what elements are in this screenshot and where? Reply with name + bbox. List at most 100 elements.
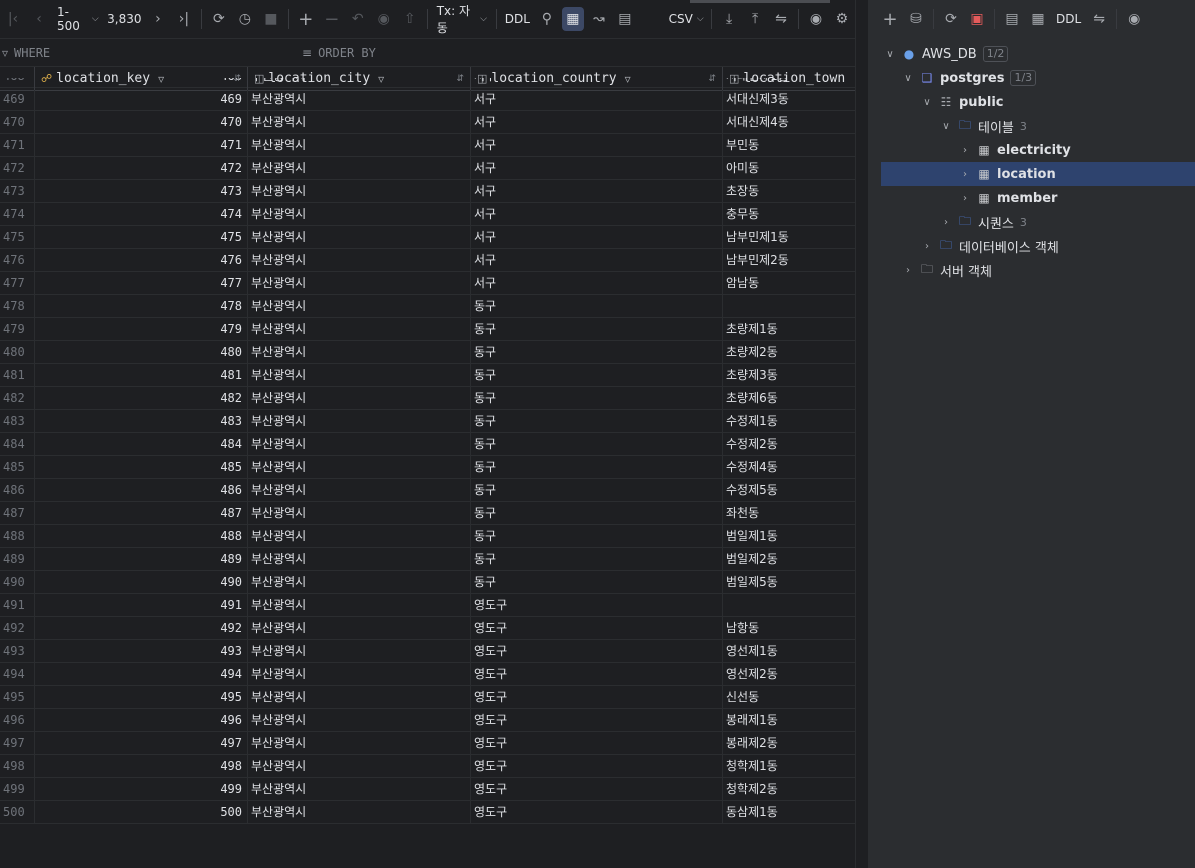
refresh-icon[interactable]: ⟳ <box>940 7 962 31</box>
chevron-down-icon[interactable]: ∨ <box>883 49 897 60</box>
tree-node-table-electricity[interactable]: › ▦ electricity <box>869 138 1195 162</box>
cell-location-country[interactable]: 영도구 <box>471 686 723 708</box>
table-row[interactable]: 475 475 부산광역시 서구 남부민제1동 <box>0 226 855 249</box>
cell-location-country[interactable]: 서구 <box>471 157 723 179</box>
tree-node-database-objects[interactable]: › 🗀 데이터베이스 객체 <box>869 234 1195 258</box>
cell-location-country[interactable]: 동구 <box>471 433 723 455</box>
cell-location-country[interactable]: 동구 <box>471 548 723 570</box>
compare-icon[interactable]: ⇋ <box>770 7 792 31</box>
ddl-button[interactable]: DDL <box>503 7 532 31</box>
cell-location-city[interactable]: 부산광역시 <box>248 157 471 179</box>
cell-location-key[interactable]: 474 <box>35 203 248 225</box>
cell-location-country[interactable]: 서구 <box>471 249 723 271</box>
table-row[interactable]: 472 472 부산광역시 서구 아미동 <box>0 157 855 180</box>
cell-location-town[interactable]: 남부민제2동 <box>723 249 855 271</box>
cell-location-key[interactable]: 491 <box>35 594 248 616</box>
table-row[interactable]: 470 470 부산광역시 서구 서대신제4동 <box>0 111 855 134</box>
chevron-down-icon[interactable]: ∨ <box>901 73 915 84</box>
table-row[interactable]: 494 494 부산광역시 영도구 영선제2동 <box>0 663 855 686</box>
cell-location-town[interactable]: 수정제1동 <box>723 410 855 432</box>
cell-location-town[interactable]: 수정제5동 <box>723 479 855 501</box>
chevron-right-icon[interactable]: › <box>958 145 972 156</box>
column-header-location-country[interactable]: ◫ location_country ▿ ⇵ <box>471 67 723 90</box>
cell-location-city[interactable]: 부산광역시 <box>248 755 471 777</box>
cell-location-country[interactable]: 영도구 <box>471 709 723 731</box>
cell-location-city[interactable]: 부산광역시 <box>248 456 471 478</box>
cell-location-country[interactable]: 서구 <box>471 88 723 110</box>
cell-location-town[interactable]: 초량제2동 <box>723 341 855 363</box>
refresh-icon[interactable]: ⟳ <box>208 7 230 31</box>
cell-location-key[interactable]: 486 <box>35 479 248 501</box>
cell-location-town[interactable]: 좌천동 <box>723 502 855 524</box>
cell-location-key[interactable]: 478 <box>35 295 248 317</box>
cell-location-city[interactable]: 부산광역시 <box>248 571 471 593</box>
cell-location-city[interactable]: 부산광역시 <box>248 226 471 248</box>
table-row[interactable]: 477 477 부산광역시 서구 암남동 <box>0 272 855 295</box>
cell-location-town[interactable]: 부민동 <box>723 134 855 156</box>
cell-location-country[interactable]: 동구 <box>471 456 723 478</box>
cell-location-city[interactable]: 부산광역시 <box>248 318 471 340</box>
cell-location-town[interactable]: 초량제1동 <box>723 318 855 340</box>
cell-location-city[interactable]: 부산광역시 <box>248 249 471 271</box>
cell-location-town[interactable]: 봉래제2동 <box>723 732 855 754</box>
add-row-icon[interactable]: + <box>295 7 317 31</box>
cell-location-country[interactable]: 영도구 <box>471 778 723 800</box>
compare-icon[interactable]: ⇋ <box>1088 7 1110 31</box>
cell-location-town[interactable]: 서대신제4동 <box>723 111 855 133</box>
cell-location-key[interactable]: 477 <box>35 272 248 294</box>
chevron-down-icon[interactable]: ∨ <box>939 121 953 132</box>
cell-location-country[interactable]: 영도구 <box>471 732 723 754</box>
last-page-icon[interactable]: ›| <box>173 7 195 31</box>
sort-icon[interactable]: ⇵ <box>233 74 241 84</box>
cell-location-country[interactable]: 서구 <box>471 272 723 294</box>
console-icon[interactable]: ▤ <box>1001 7 1023 31</box>
cell-location-key[interactable]: 495 <box>35 686 248 708</box>
cell-location-country[interactable]: 영도구 <box>471 640 723 662</box>
table-row[interactable]: 473 473 부산광역시 서구 초장동 <box>0 180 855 203</box>
tree-node-server-objects[interactable]: › 🗀 서버 객체 <box>869 258 1195 282</box>
database-icon[interactable]: ⛁ <box>905 7 927 31</box>
cell-location-key[interactable]: 500 <box>35 801 248 823</box>
chevron-right-icon[interactable]: › <box>939 217 953 228</box>
cell-location-key[interactable]: 481 <box>35 364 248 386</box>
cell-location-country[interactable]: 동구 <box>471 341 723 363</box>
cell-location-country[interactable]: 서구 <box>471 111 723 133</box>
cell-location-town[interactable]: 서대신제3동 <box>723 88 855 110</box>
chevron-right-icon[interactable]: › <box>901 265 915 276</box>
table-row[interactable]: 480 480 부산광역시 동구 초량제2동 <box>0 341 855 364</box>
cell-location-town[interactable]: 범일제1동 <box>723 525 855 547</box>
filter-icon[interactable]: ▿ <box>625 72 631 86</box>
table-row[interactable]: 481 481 부산광역시 동구 초량제3동 <box>0 364 855 387</box>
stop-icon[interactable]: ■ <box>260 7 282 31</box>
chevron-down-icon[interactable]: ∨ <box>920 97 934 108</box>
delete-row-icon[interactable]: − <box>321 7 343 31</box>
cell-location-key[interactable]: 497 <box>35 732 248 754</box>
tree-node-table-member[interactable]: › ▦ member <box>869 186 1195 210</box>
table-row[interactable]: 499 499 부산광역시 영도구 청학제2동 <box>0 778 855 801</box>
cell-location-key[interactable]: 493 <box>35 640 248 662</box>
cell-location-country[interactable]: 서구 <box>471 180 723 202</box>
table-row[interactable]: 478 478 부산광역시 동구 <box>0 295 855 318</box>
cell-location-city[interactable]: 부산광역시 <box>248 88 471 110</box>
cell-location-country[interactable]: 영도구 <box>471 801 723 823</box>
cell-location-town[interactable]: 청학제2동 <box>723 778 855 800</box>
cell-location-country[interactable]: 서구 <box>471 203 723 225</box>
cell-location-city[interactable]: 부산광역시 <box>248 502 471 524</box>
cell-location-town[interactable]: 남부민제1동 <box>723 226 855 248</box>
cell-location-city[interactable]: 부산광역시 <box>248 433 471 455</box>
cell-location-key[interactable]: 484 <box>35 433 248 455</box>
row-number-header[interactable] <box>0 67 35 90</box>
table-row[interactable]: 484 484 부산광역시 동구 수정제2동 <box>0 433 855 456</box>
table-row[interactable]: 485 485 부산광역시 동구 수정제4동 <box>0 456 855 479</box>
sort-icon[interactable]: ⇵ <box>708 74 716 84</box>
chevron-right-icon[interactable]: › <box>958 169 972 180</box>
cell-location-town[interactable]: 아미동 <box>723 157 855 179</box>
tree-node-datasource[interactable]: ∨ ● AWS_DB 1/2 <box>869 42 1195 66</box>
cell-location-city[interactable]: 부산광역시 <box>248 640 471 662</box>
cell-location-key[interactable]: 492 <box>35 617 248 639</box>
filter-icon[interactable]: ▿ <box>158 72 164 86</box>
search-icon[interactable]: ⚲ <box>536 7 558 31</box>
table-row[interactable]: 489 489 부산광역시 동구 범일제2동 <box>0 548 855 571</box>
cell-location-town[interactable]: 신선동 <box>723 686 855 708</box>
table-icon[interactable]: ▦ <box>1027 7 1049 31</box>
